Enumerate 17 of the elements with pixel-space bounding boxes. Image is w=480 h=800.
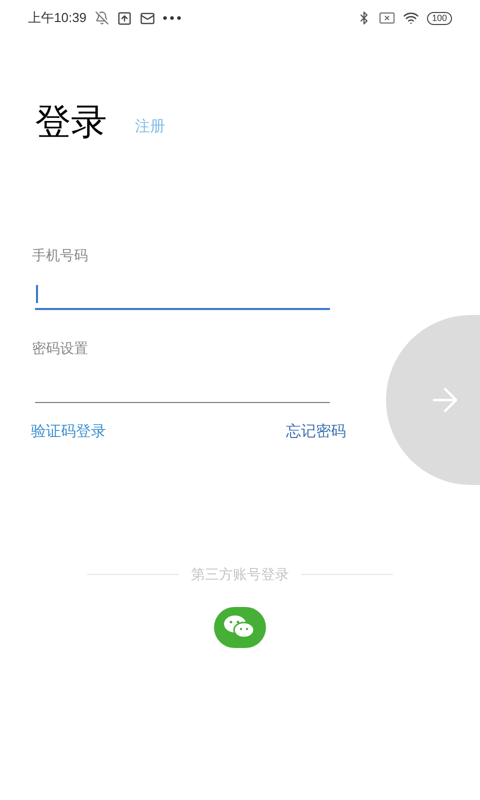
field-label: 手机号码 <box>32 246 89 265</box>
wifi-icon <box>402 10 419 26</box>
forgot-password-link[interactable]: 忘记密码 <box>286 421 346 444</box>
mail-icon <box>140 10 155 26</box>
third-party-login-label: 第三方账号登录 <box>191 564 289 584</box>
page-title: 登录 <box>35 102 107 142</box>
sim-off-icon <box>378 12 395 24</box>
bell-off-icon <box>94 11 109 25</box>
battery-indicator: 100 <box>426 12 452 24</box>
upload-icon <box>116 10 132 26</box>
field-label: 密码设置 <box>32 339 89 358</box>
text-cursor <box>36 285 38 303</box>
status-time: 上午10:39 <box>28 9 87 28</box>
wechat-login-button[interactable] <box>214 606 266 648</box>
sms-login-link[interactable]: 验证码登录 <box>31 421 106 444</box>
more-icon <box>162 16 181 20</box>
register-link[interactable]: 注册 <box>135 116 165 138</box>
